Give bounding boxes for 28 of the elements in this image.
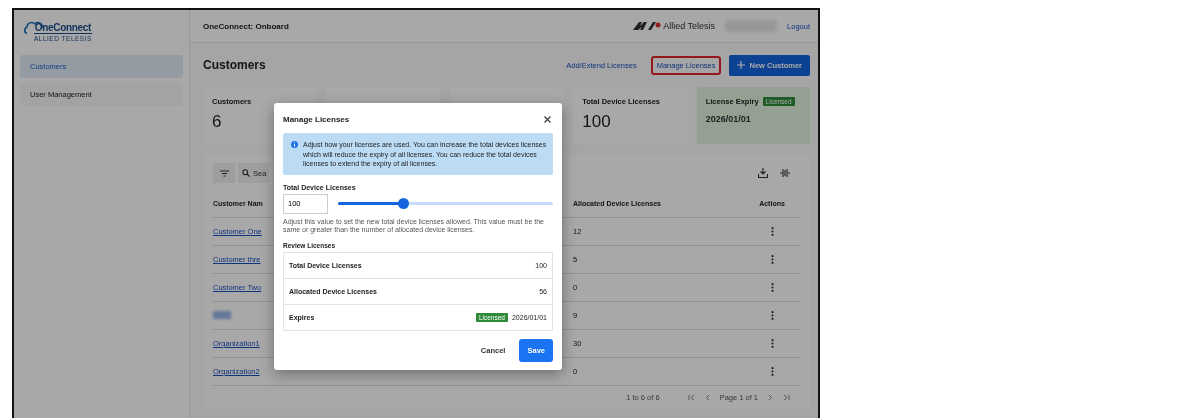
last-page-icon <box>783 394 790 401</box>
slider-thumb[interactable] <box>397 198 409 209</box>
columns-icon <box>780 168 790 178</box>
search-icon <box>242 169 250 177</box>
close-button[interactable] <box>542 113 553 125</box>
kebab-icon <box>770 255 774 264</box>
first-page-icon <box>687 394 695 401</box>
next-page-icon <box>768 394 773 401</box>
brand-name: Allied Telesis <box>663 21 716 31</box>
page-title: Customers <box>203 58 266 72</box>
kebab-icon <box>770 311 774 320</box>
card-value: 6 <box>212 112 222 132</box>
card-value: 2026/01/01 <box>705 114 751 124</box>
kebab-icon <box>770 283 774 292</box>
kebab-icon <box>770 367 774 376</box>
kebab-icon <box>770 227 774 236</box>
search-button[interactable] <box>238 163 251 183</box>
filter-icon <box>219 169 229 177</box>
download-icon <box>758 168 768 178</box>
plus-icon <box>737 61 746 69</box>
close-icon <box>544 115 551 123</box>
kebab-icon <box>770 339 774 348</box>
prev-page-icon <box>704 394 710 401</box>
card-value: 100 <box>582 112 611 132</box>
app-title: OneConnect: Onboard <box>203 21 289 31</box>
brand-mark-icon <box>633 22 662 30</box>
dialog-title: Manage Licenses <box>283 114 350 124</box>
info-icon <box>291 141 298 148</box>
